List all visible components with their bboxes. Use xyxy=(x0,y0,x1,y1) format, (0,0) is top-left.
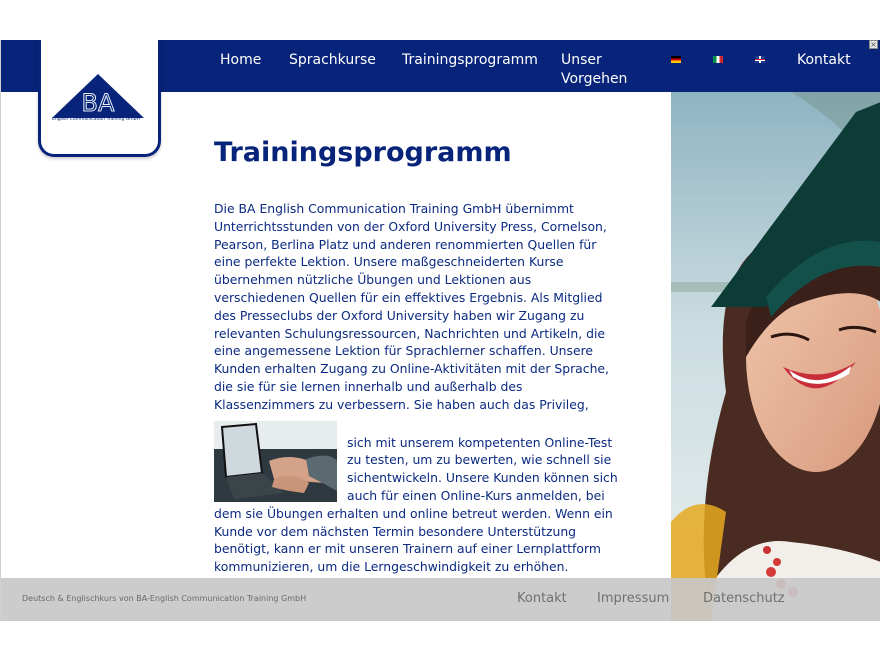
company-logo[interactable]: BA English Communication Training GmbH xyxy=(38,40,161,157)
nav-unser-vorgehen-line2: Vorgehen xyxy=(561,71,628,87)
italian-flag-icon[interactable] xyxy=(713,56,723,63)
nav-trainingsprogramm[interactable]: Trainingsprogramm xyxy=(402,51,538,70)
browser-viewport: Home Sprachkurse Trainingsprogramm Unser… xyxy=(0,40,880,621)
german-flag-icon[interactable] xyxy=(671,56,681,63)
footer-link-kontakt[interactable]: Kontakt xyxy=(517,590,567,607)
footer-copyright: Deutsch & Englischkurs von BA-English Co… xyxy=(22,594,307,603)
uk-flag-icon[interactable] xyxy=(755,56,765,63)
nav-unser-vorgehen-line1: Unser xyxy=(561,52,602,68)
hero-graduate-photo xyxy=(671,92,880,621)
article-paragraph-1: Die BA English Communication Training Gm… xyxy=(214,201,607,359)
footer-link-impressum[interactable]: Impressum xyxy=(597,590,669,607)
article-paragraph-2: Kunden erhalten Zugang zu Online-Aktivit… xyxy=(214,361,609,412)
logo-company-name: English Communication Training GmbH xyxy=(52,117,140,122)
site-footer: Deutsch & Englischkurs von BA-English Co… xyxy=(1,578,880,621)
close-icon[interactable]: × xyxy=(869,40,878,49)
nav-unser-vorgehen[interactable]: Unser Vorgehen xyxy=(561,51,627,89)
svg-text:BA: BA xyxy=(82,89,115,117)
article-body: Die BA English Communication Training Gm… xyxy=(214,200,624,576)
footer-link-datenschutz[interactable]: Datenschutz xyxy=(703,590,785,607)
logo-triangle-icon: BA xyxy=(52,74,144,118)
nav-kontakt[interactable]: Kontakt xyxy=(797,51,851,70)
laptop-typing-photo xyxy=(214,420,337,502)
nav-sprachkurse[interactable]: Sprachkurse xyxy=(289,51,376,70)
page-title: Trainingsprogramm xyxy=(214,137,512,168)
nav-home[interactable]: Home xyxy=(220,51,261,70)
